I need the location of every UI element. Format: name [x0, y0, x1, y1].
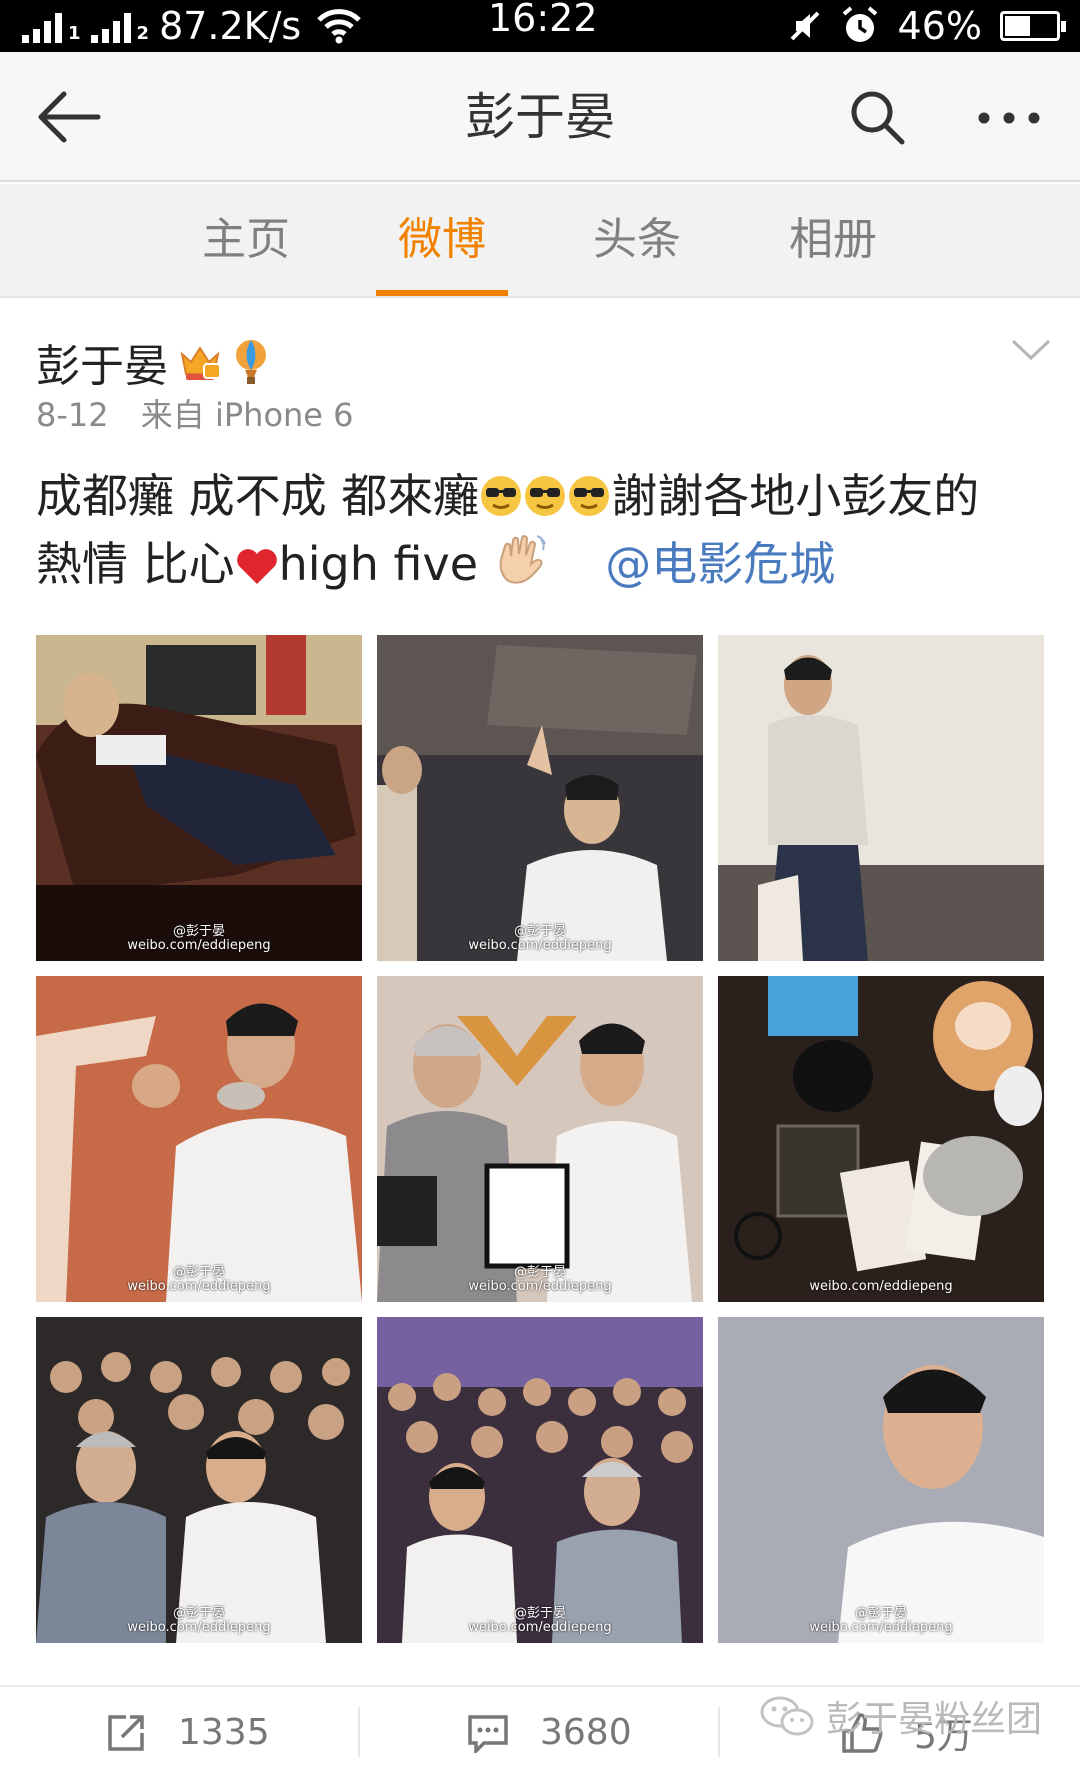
repost-button[interactable]: 1335	[106, 1687, 270, 1776]
photo-thumbnail[interactable]: @彭于晏 weibo.com/eddiepeng	[377, 635, 703, 961]
repost-count: 1335	[178, 1712, 270, 1753]
photo-grid: @彭于晏 weibo.com/eddiepeng @彭于晏 weibo.com/ed…	[36, 635, 1044, 1643]
sim-2-label: 2	[136, 23, 150, 44]
photo-thumbnail[interactable]: @彭于晏 weibo.com/eddiepeng	[377, 976, 703, 1302]
watermark-text: 彭于晏粉丝团	[826, 1699, 1043, 1740]
photo-watermark-url: weibo.com/eddiepeng	[468, 1279, 612, 1294]
battery-percent: 46%	[897, 4, 982, 48]
photo-thumbnail[interactable]: @彭于晏 weibo.com/eddiepeng	[36, 976, 362, 1302]
repost-icon	[108, 1714, 144, 1751]
photo-watermark-url: weibo.com/eddiepeng	[127, 1620, 271, 1635]
author-name[interactable]: 彭于晏	[36, 330, 168, 394]
photo-watermark-user: @彭于晏	[854, 1606, 907, 1621]
photo-watermark-user: @彭于晏	[513, 1606, 566, 1621]
photo-thumbnail[interactable]: @彭于晏 weibo.com/eddiepeng	[36, 635, 362, 961]
photo-image	[36, 976, 362, 1302]
weibo-post: 彭于晏 8-12 来自 iPhone 6 成都癱 成不成 都來癱 謝謝各地小彭友的…	[0, 300, 1080, 1680]
photo-thumbnail[interactable]: @彭于晏 weibo.com/eddiepeng	[718, 1317, 1044, 1643]
status-bar: 1 2 87.2K/s 16:22 46%	[0, 0, 1080, 52]
photo-watermark-url: weibo.com/eddiepeng	[468, 1620, 612, 1635]
more-icon[interactable]	[976, 108, 1042, 128]
waving-hand-emoji-icon	[499, 535, 546, 584]
photo-thumbnail[interactable]	[718, 635, 1044, 961]
wechat-watermark: 彭于晏粉丝团	[760, 1690, 1042, 1742]
photo-watermark-user: @彭于晏	[172, 924, 225, 939]
balloon-badge-icon	[236, 340, 266, 384]
photo-image	[36, 635, 362, 961]
post-text-segment: 成都癱 成不成 都來癱	[36, 469, 480, 523]
photo-watermark-url: weibo.com/eddiepeng	[468, 938, 612, 953]
post-meta: 8-12 来自 iPhone 6	[36, 390, 354, 436]
post-text-segment: 謝謝各地小彭友的	[611, 469, 980, 523]
photo-image	[377, 635, 703, 961]
mention-link[interactable]: @电影危城	[605, 537, 835, 591]
post-text-segment: high five	[278, 537, 479, 591]
comment-icon	[468, 1714, 508, 1753]
action-divider	[718, 1707, 720, 1757]
profile-tabs: 主页 微博 头条 相册	[0, 184, 1080, 298]
photo-watermark-user: @彭于晏	[172, 1606, 225, 1621]
top-nav-bar: 彭于晏	[0, 52, 1080, 182]
photo-image	[377, 976, 703, 1302]
action-divider	[358, 1707, 360, 1757]
photo-watermark-url: weibo.com/eddiepeng	[127, 938, 271, 953]
photo-watermark-user: @彭于晏	[513, 924, 566, 939]
photo-watermark-url: weibo.com/eddiepeng	[809, 1620, 953, 1635]
photo-image	[377, 1317, 703, 1643]
photo-thumbnail[interactable]: weibo.com/eddiepeng	[718, 976, 1044, 1302]
mute-icon	[790, 11, 819, 41]
photo-watermark-user: @彭于晏	[172, 1265, 225, 1280]
post-source: 来自 iPhone 6	[140, 396, 354, 434]
photo-image	[718, 635, 1044, 961]
crown-badge-icon	[180, 346, 221, 380]
photo-image	[718, 976, 1044, 1302]
tab-album[interactable]: 相册	[767, 184, 899, 296]
tab-weibo[interactable]: 微博	[376, 184, 508, 296]
tab-home[interactable]: 主页	[180, 184, 312, 296]
photo-image	[718, 1317, 1044, 1643]
alarm-icon	[842, 6, 877, 42]
post-text: 成都癱 成不成 都來癱 謝謝各地小彭友的 熱情 比心 high five @电影危城	[36, 462, 1046, 598]
photo-watermark-url: weibo.com/eddiepeng	[127, 1279, 271, 1294]
battery-icon	[1000, 11, 1066, 41]
search-icon[interactable]	[848, 88, 908, 148]
photo-thumbnail[interactable]: @彭于晏 weibo.com/eddiepeng	[36, 1317, 362, 1643]
comment-count: 3680	[540, 1712, 632, 1753]
sim-1-label: 1	[68, 23, 81, 44]
post-date: 8-12	[36, 396, 109, 434]
signal-strength-icon: 2	[90, 9, 150, 44]
page-title: 彭于晏	[465, 88, 615, 146]
chevron-down-icon[interactable]	[1010, 338, 1052, 362]
photo-thumbnail[interactable]: @彭于晏 weibo.com/eddiepeng	[377, 1317, 703, 1643]
photo-image	[36, 1317, 362, 1643]
clock: 16:22	[488, 0, 598, 40]
heart-emoji-icon	[236, 549, 277, 584]
wifi-icon	[317, 9, 361, 44]
signal-strength-icon: 1	[22, 9, 81, 43]
battery-level	[1005, 16, 1030, 36]
cool-emoji-icon	[569, 476, 610, 516]
cool-emoji-icon	[481, 476, 522, 516]
tab-headlines[interactable]: 头条	[571, 184, 703, 296]
photo-watermark-user: @彭于晏	[513, 1265, 566, 1280]
wechat-logo-icon	[760, 1696, 814, 1736]
post-text-segment: 熱情 比心	[36, 537, 235, 591]
photo-watermark-url: weibo.com/eddiepeng	[809, 1279, 953, 1294]
cool-emoji-icon	[525, 476, 566, 516]
comment-button[interactable]: 3680	[466, 1687, 632, 1776]
network-speed: 87.2K/s	[159, 4, 302, 48]
